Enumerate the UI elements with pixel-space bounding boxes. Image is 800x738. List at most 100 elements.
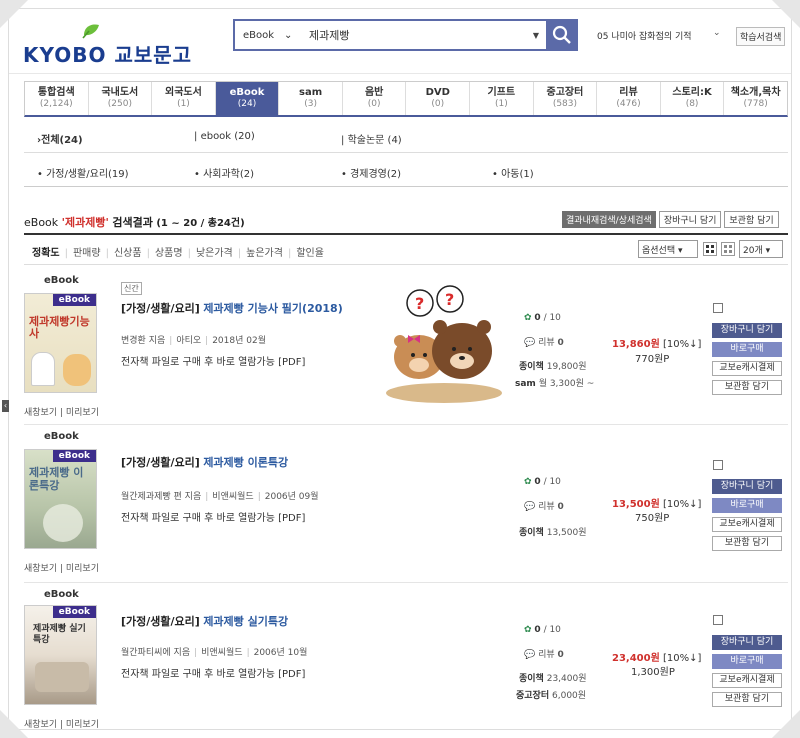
buy-now-button[interactable]: 바로구매 xyxy=(712,654,782,669)
tab-count: (0) xyxy=(367,99,381,109)
tab-0[interactable]: 통합검색 (2,124) xyxy=(25,82,89,115)
sort-option[interactable]: 낮은가격 xyxy=(196,248,233,259)
subcat-ebook[interactable]: | ebook (20) xyxy=(194,131,255,142)
chevron-down-icon: ⌄ xyxy=(284,29,293,41)
tab-11[interactable]: 책소개,목차 (778) xyxy=(724,82,787,115)
keep-button[interactable]: 보관함 담기 xyxy=(712,536,782,551)
tab-9[interactable]: 리뷰 (476) xyxy=(597,82,661,115)
subcat-paper[interactable]: | 학술논문 (4) xyxy=(341,131,402,146)
tab-10[interactable]: 스토리:K (8) xyxy=(661,82,725,115)
bulk-keep-button[interactable]: 보관함 담기 xyxy=(724,211,779,228)
sort-option[interactable]: 높은가격 xyxy=(246,248,283,259)
tab-3[interactable]: eBook (24) xyxy=(215,82,280,115)
item-points: 770원P xyxy=(635,354,670,365)
subcat-all[interactable]: ›전체(24) xyxy=(37,131,83,146)
tab-count: (2,124) xyxy=(39,99,73,109)
search-category-label: eBook xyxy=(243,29,275,41)
tab-4[interactable]: sam (3) xyxy=(279,82,343,115)
tab-6[interactable]: DVD (0) xyxy=(406,82,471,115)
tab-count: (1) xyxy=(494,99,508,109)
item-type-label: eBook xyxy=(44,275,79,286)
tab-label: 외국도서 xyxy=(165,87,202,98)
results-title: eBook '제과제빵' 검색결과 (1 ~ 20 / 총24건) xyxy=(24,216,245,229)
genre-business[interactable]: • 경제경영(2) xyxy=(341,165,401,180)
tab-count: (778) xyxy=(743,99,768,109)
select-checkbox[interactable] xyxy=(713,615,723,625)
subcategory-row: ›전체(24) | ebook (20) | 학술논문 (4) xyxy=(24,119,788,153)
sort-option[interactable]: 판매량 xyxy=(73,248,101,259)
search-input[interactable] xyxy=(303,21,526,49)
item-title[interactable]: [가정/생활/요리] 제과제빵 이론특강 xyxy=(121,454,288,470)
add-to-cart-button[interactable]: 장바구니 담기 xyxy=(712,635,782,650)
research-button[interactable]: 결과내재검색/상세검색 xyxy=(562,211,656,228)
sam-price: sam 월 3,300원 ~ xyxy=(515,379,595,389)
collapse-arrow-icon[interactable]: ‹ xyxy=(2,400,9,412)
book-cover[interactable]: eBook 제과제빵기능사 xyxy=(24,293,97,393)
item-price: 13,860원 [10%↓] xyxy=(612,339,702,350)
ecash-pay-button[interactable]: 교보e캐시결제 xyxy=(712,361,782,376)
ecash-pay-button[interactable]: 교보e캐시결제 xyxy=(712,517,782,532)
result-item: eBook eBook 제과제빵 실기특강 새창보기 | 미리보기 [가정/생활… xyxy=(24,583,788,729)
store-label[interactable]: 05 나미아 잡화점의 기적 xyxy=(597,29,692,42)
buy-now-button[interactable]: 바로구매 xyxy=(712,342,782,357)
item-points: 750원P xyxy=(635,513,670,524)
cover-title: 제과제빵 이론특강 xyxy=(29,466,84,493)
page-size-select[interactable]: 20개 ▾ xyxy=(739,240,783,258)
genre-social[interactable]: • 사회과학(2) xyxy=(194,165,254,180)
tab-label: 중고장터 xyxy=(546,87,584,98)
sort-separator: | xyxy=(64,248,68,259)
ecash-pay-button[interactable]: 교보e캐시결제 xyxy=(712,673,782,688)
sort-option[interactable]: 신상품 xyxy=(114,248,142,259)
list-view-icon[interactable] xyxy=(703,242,717,256)
tab-count: (0) xyxy=(431,99,445,109)
sort-option[interactable]: 정확도 xyxy=(32,248,60,259)
study-search-button[interactable]: 학습서검색 xyxy=(736,27,786,46)
keep-button[interactable]: 보관함 담기 xyxy=(712,692,782,707)
kyobo-logo[interactable]: KYOBO 교보문고 xyxy=(23,23,191,67)
keep-button[interactable]: 보관함 담기 xyxy=(712,380,782,395)
tab-2[interactable]: 외국도서 (1) xyxy=(152,82,216,115)
search-dropdown-icon[interactable]: ▼ xyxy=(526,31,546,40)
item-reviews[interactable]: 💬 리뷰 0 xyxy=(524,335,564,348)
result-item: eBook eBook 제과제빵 이론특강 새창보기 | 미리보기 [가정/생활… xyxy=(24,425,788,583)
tab-1[interactable]: 국내도서 (250) xyxy=(89,82,153,115)
genre-home[interactable]: • 가정/생활/요리(19) xyxy=(37,165,129,180)
corner-decoration xyxy=(772,710,800,738)
preview-links[interactable]: 새창보기 | 미리보기 xyxy=(24,405,99,418)
add-to-cart-button[interactable]: 장바구니 담기 xyxy=(712,323,782,338)
select-checkbox[interactable] xyxy=(713,460,723,470)
bulk-cart-button[interactable]: 장바구니 담기 xyxy=(658,211,722,228)
select-checkbox[interactable] xyxy=(713,303,723,313)
item-reviews[interactable]: 💬 리뷰 0 xyxy=(524,647,564,660)
search-category-select[interactable]: eBook ⌄ xyxy=(235,30,303,41)
add-to-cart-button[interactable]: 장바구니 담기 xyxy=(712,479,782,494)
search-button[interactable] xyxy=(546,19,578,51)
item-title[interactable]: [가정/생활/요리] 제과제빵 기능사 필기(2018) xyxy=(121,300,343,316)
genre-kids[interactable]: • 아동(1) xyxy=(492,165,534,180)
book-cover[interactable]: eBook 제과제빵 실기특강 xyxy=(24,605,97,705)
item-reviews[interactable]: 💬 리뷰 0 xyxy=(524,499,564,512)
tab-8[interactable]: 중고장터 (583) xyxy=(534,82,598,115)
search-icon xyxy=(552,25,571,44)
item-desc: 전자책 파일로 구매 후 바로 열람가능 [PDF] xyxy=(121,669,306,680)
svg-text:?: ? xyxy=(415,294,424,313)
speech-bubble-icon: 💬 xyxy=(524,338,536,348)
tab-7[interactable]: 기프트 (1) xyxy=(470,82,534,115)
grid-view-icon[interactable] xyxy=(721,242,735,256)
option-select[interactable]: 옵션선택 ▾ xyxy=(638,240,698,258)
chevron-down-icon[interactable]: ⌄ xyxy=(713,28,721,38)
preview-links[interactable]: 새창보기 | 미리보기 xyxy=(24,717,99,729)
sort-separator: | xyxy=(105,248,109,259)
tab-label: sam xyxy=(299,87,323,98)
tab-count: (250) xyxy=(107,99,132,109)
sort-option[interactable]: 할인율 xyxy=(296,248,324,259)
buy-now-button[interactable]: 바로구매 xyxy=(712,498,782,513)
book-cover[interactable]: eBook 제과제빵 이론특강 xyxy=(24,449,97,549)
item-meta: 월간파티씨에 지음 | 비앤씨월드 | 2006년 10월 xyxy=(121,648,308,658)
sort-separator: | xyxy=(237,248,242,259)
results-keyword: '제과제빵' xyxy=(61,216,109,229)
tab-5[interactable]: 음반 (0) xyxy=(343,82,407,115)
preview-links[interactable]: 새창보기 | 미리보기 xyxy=(24,561,99,574)
sort-option[interactable]: 상품명 xyxy=(155,248,183,259)
item-title[interactable]: [가정/생활/요리] 제과제빵 실기특강 xyxy=(121,613,288,629)
